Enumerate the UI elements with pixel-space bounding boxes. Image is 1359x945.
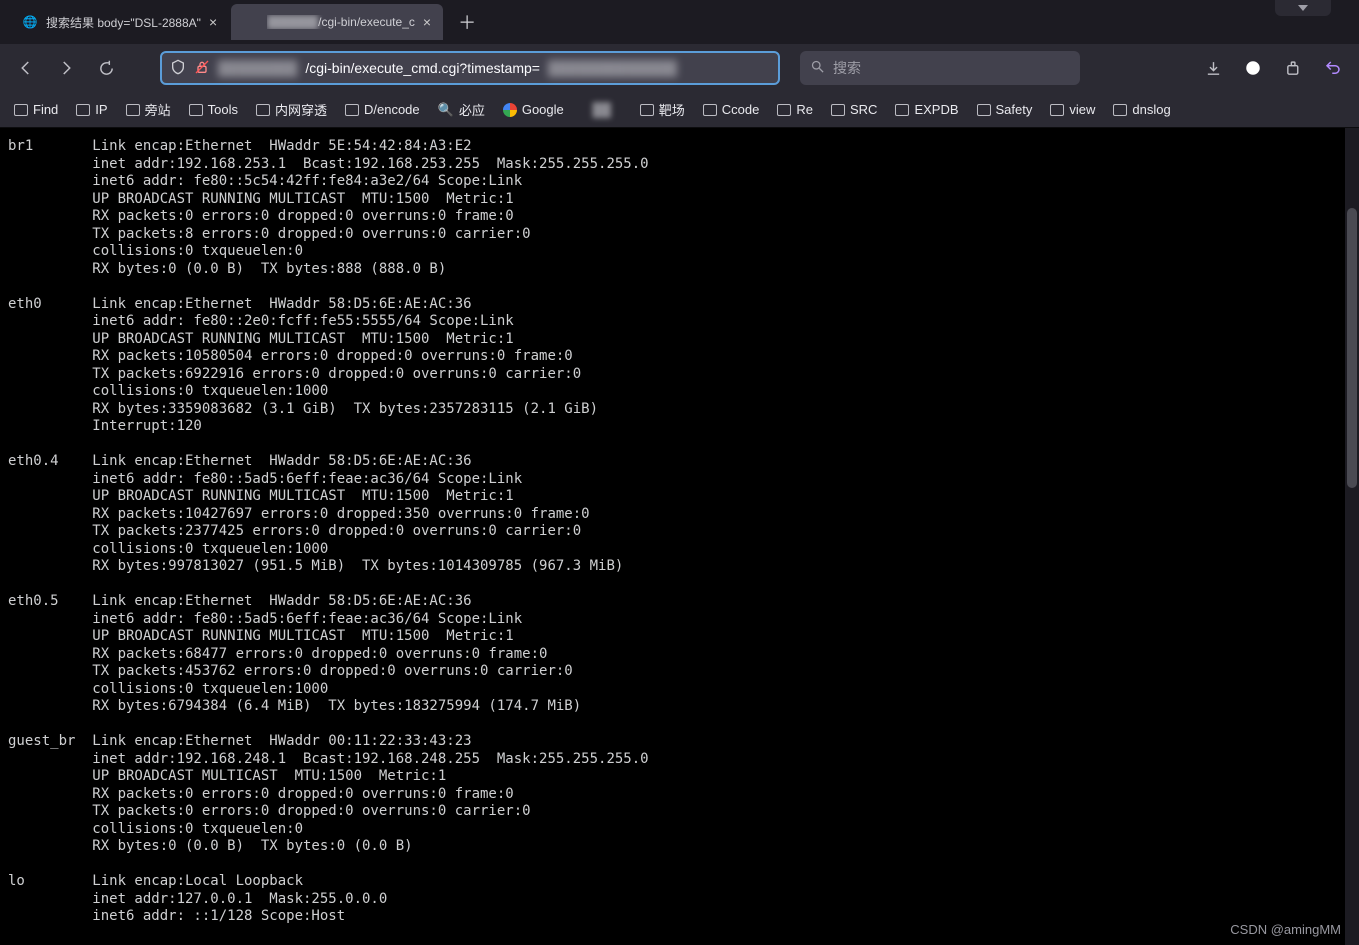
bookmark-label: 旁站 [145,100,171,119]
lock-warning-icon[interactable] [194,59,210,78]
tab-title: 搜索结果 body="DSL-2888A" [46,14,201,31]
folder-icon [345,104,359,116]
folder-icon [76,104,90,116]
tab-1[interactable]: 🌐 搜索结果 body="DSL-2888A" × [10,4,229,40]
extension-button[interactable] [1277,52,1309,84]
bookmark-label: Re [796,102,813,117]
bookmark-label: ██ [582,102,622,117]
bookmark-item[interactable]: Tools [189,102,238,117]
bookmark-item[interactable]: EXPDB [895,102,958,117]
new-tab-button[interactable]: ＋ [451,6,483,38]
scrollbar-thumb[interactable] [1347,208,1357,488]
bookmark-label: EXPDB [914,102,958,117]
url-host: ████████ [218,60,297,76]
url-path: /cgi-bin/execute_cmd.cgi?timestamp= [305,60,540,76]
folder-icon [703,104,717,116]
folder-icon [1113,104,1127,116]
bookmark-label: Safety [996,102,1033,117]
folder-icon [189,104,203,116]
bookmark-item[interactable]: 靶场 [640,100,685,119]
bookmark-label: Ccode [722,102,760,117]
bookmark-label: 靶场 [659,100,685,119]
bookmark-item[interactable]: Google [503,102,564,117]
bookmark-label: 必应 [459,100,485,119]
bookmark-label: D/encode [364,102,420,117]
search-box[interactable]: 搜索 [800,51,1080,85]
info-button[interactable]: i [1237,52,1269,84]
bookmark-item[interactable]: Re [777,102,813,117]
tab-bar: 🌐 搜索结果 body="DSL-2888A" × ██████/cgi-bin… [0,0,1359,44]
search-placeholder: 搜索 [833,58,861,78]
undo-button[interactable] [1317,52,1349,84]
bookmark-label: Tools [208,102,238,117]
vertical-scrollbar[interactable] [1345,128,1359,945]
window-indicator[interactable] [1275,0,1331,16]
folder-icon [895,104,909,116]
url-bar[interactable]: ████████ /cgi-bin/execute_cmd.cgi?timest… [160,51,780,85]
tab-title: ██████/cgi-bin/execute_c [267,15,415,29]
bookmark-item[interactable]: SRC [831,102,877,117]
bookmark-item[interactable]: IP [76,102,107,117]
folder-icon [977,104,991,116]
bookmark-label: IP [95,102,107,117]
close-icon[interactable]: × [209,14,217,30]
nav-toolbar: ████████ /cgi-bin/execute_cmd.cgi?timest… [0,44,1359,92]
bookmark-item[interactable]: ██ [582,102,622,117]
bookmarks-bar: Find IP 旁站 Tools 内网穿透 D/encode 🔍 必应 Google ██ 靶场 Cc… [0,92,1359,128]
shield-icon[interactable] [170,59,186,78]
bookmark-label: 内网穿透 [275,100,327,119]
bookmark-item[interactable]: D/encode [345,102,420,117]
svg-text:i: i [1252,63,1255,75]
bookmark-label: SRC [850,102,877,117]
folder-icon [14,104,28,116]
bookmark-label: dnslog [1132,102,1170,117]
bookmark-item[interactable]: dnslog [1113,102,1170,117]
toolbar-right: i [1197,52,1349,84]
downloads-button[interactable] [1197,52,1229,84]
globe-icon [243,14,259,30]
search-icon [810,59,825,77]
bookmark-item[interactable]: Ccode [703,102,760,117]
bookmark-item[interactable]: view [1050,102,1095,117]
close-icon[interactable]: × [423,14,431,30]
search-icon: 🔍 [438,102,454,118]
google-icon [503,103,517,117]
url-query: █████████████ [548,60,677,76]
folder-icon [777,104,791,116]
reload-button[interactable] [90,52,122,84]
folder-icon [640,104,654,116]
bookmark-item[interactable]: 旁站 [126,100,171,119]
folder-icon [126,104,140,116]
watermark-text: CSDN @amingMM [1230,922,1341,937]
folder-icon [256,104,270,116]
bookmark-label: view [1069,102,1095,117]
page-content: br1 Link encap:Ethernet HWaddr 5E:54:42:… [0,128,1359,945]
folder-icon [831,104,845,116]
bookmark-item[interactable]: 内网穿透 [256,100,327,119]
back-button[interactable] [10,52,42,84]
tab-2[interactable]: ██████/cgi-bin/execute_c × [231,4,443,40]
bookmark-item[interactable]: Find [14,102,58,117]
bookmark-item[interactable]: 🔍 必应 [438,100,485,119]
bookmark-label: Google [522,102,564,117]
folder-icon [1050,104,1064,116]
forward-button[interactable] [50,52,82,84]
bookmark-item[interactable]: Safety [977,102,1033,117]
globe-icon: 🌐 [22,14,38,30]
bookmark-label: Find [33,102,58,117]
